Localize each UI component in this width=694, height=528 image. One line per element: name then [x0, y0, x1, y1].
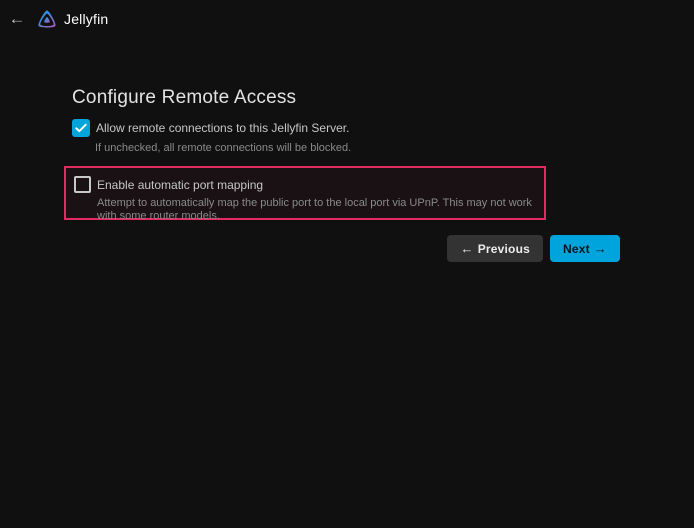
automatic-port-mapping-label[interactable]: Enable automatic port mapping [97, 178, 263, 192]
previous-button[interactable]: ← Previous [447, 235, 543, 262]
highlight-annotation-box: Enable automatic port mapping Attempt to… [64, 166, 546, 220]
allow-remote-connections-label[interactable]: Allow remote connections to this Jellyfi… [96, 121, 349, 135]
automatic-port-mapping-description: Attempt to automatically map the public … [97, 197, 544, 223]
next-button-label: Next [563, 242, 590, 256]
option-automatic-port-mapping: Enable automatic port mapping Attempt to… [74, 176, 544, 223]
jellyfin-logo-icon [36, 8, 58, 30]
wizard-content: Configure Remote Access Allow remote con… [72, 86, 620, 262]
previous-arrow-icon: ← [460, 241, 473, 256]
automatic-port-mapping-checkbox[interactable] [74, 176, 91, 193]
app-header: ← Jellyfin [0, 0, 694, 38]
option-allow-remote-connections: Allow remote connections to this Jellyfi… [72, 119, 620, 155]
checkmark-icon [74, 121, 88, 135]
page-title: Configure Remote Access [72, 86, 620, 109]
back-arrow-icon: ← [9, 7, 26, 31]
back-button[interactable]: ← [5, 7, 29, 31]
next-arrow-icon: → [594, 241, 607, 256]
wizard-button-row: ← Previous Next → [72, 235, 620, 262]
allow-remote-connections-description: If unchecked, all remote connections wil… [95, 142, 620, 155]
jellyfin-logo[interactable]: Jellyfin [36, 8, 108, 30]
app-name: Jellyfin [64, 11, 108, 27]
previous-button-label: Previous [478, 242, 530, 256]
next-button[interactable]: Next → [550, 235, 620, 262]
allow-remote-connections-checkbox[interactable] [72, 119, 90, 137]
